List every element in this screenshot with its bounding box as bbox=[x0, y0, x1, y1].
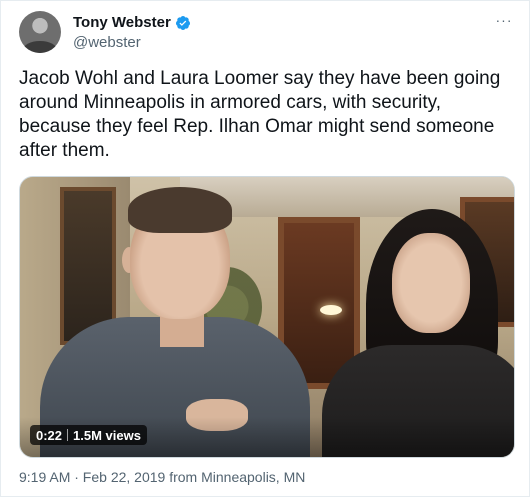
author-handle[interactable]: @webster bbox=[73, 34, 141, 51]
avatar-shoulders bbox=[23, 41, 57, 53]
author-name-row: Tony Webster bbox=[73, 14, 191, 31]
video-player[interactable]: 0:22 1.5M views bbox=[19, 176, 515, 458]
video-info-badge: 0:22 1.5M views bbox=[30, 425, 147, 445]
author-display-name[interactable]: Tony Webster bbox=[73, 14, 171, 31]
tweet-card: Tony Webster @webster ··· Jacob Wohl and… bbox=[0, 0, 530, 497]
badge-divider bbox=[67, 429, 69, 441]
verified-badge-icon bbox=[175, 15, 191, 31]
video-view-count: 1.5M views bbox=[73, 427, 141, 443]
tweet-timestamp[interactable]: 9:19 AM · Feb 22, 2019 from Minneapolis,… bbox=[19, 469, 305, 485]
video-background bbox=[320, 305, 342, 315]
more-horizontal-icon[interactable]: ··· bbox=[493, 13, 515, 27]
video-duration: 0:22 bbox=[36, 427, 63, 443]
person-right-face bbox=[392, 233, 470, 333]
person-left-hair bbox=[128, 187, 232, 233]
tweet-text: Jacob Wohl and Laura Loomer say they hav… bbox=[19, 68, 501, 161]
avatar[interactable] bbox=[19, 11, 61, 53]
